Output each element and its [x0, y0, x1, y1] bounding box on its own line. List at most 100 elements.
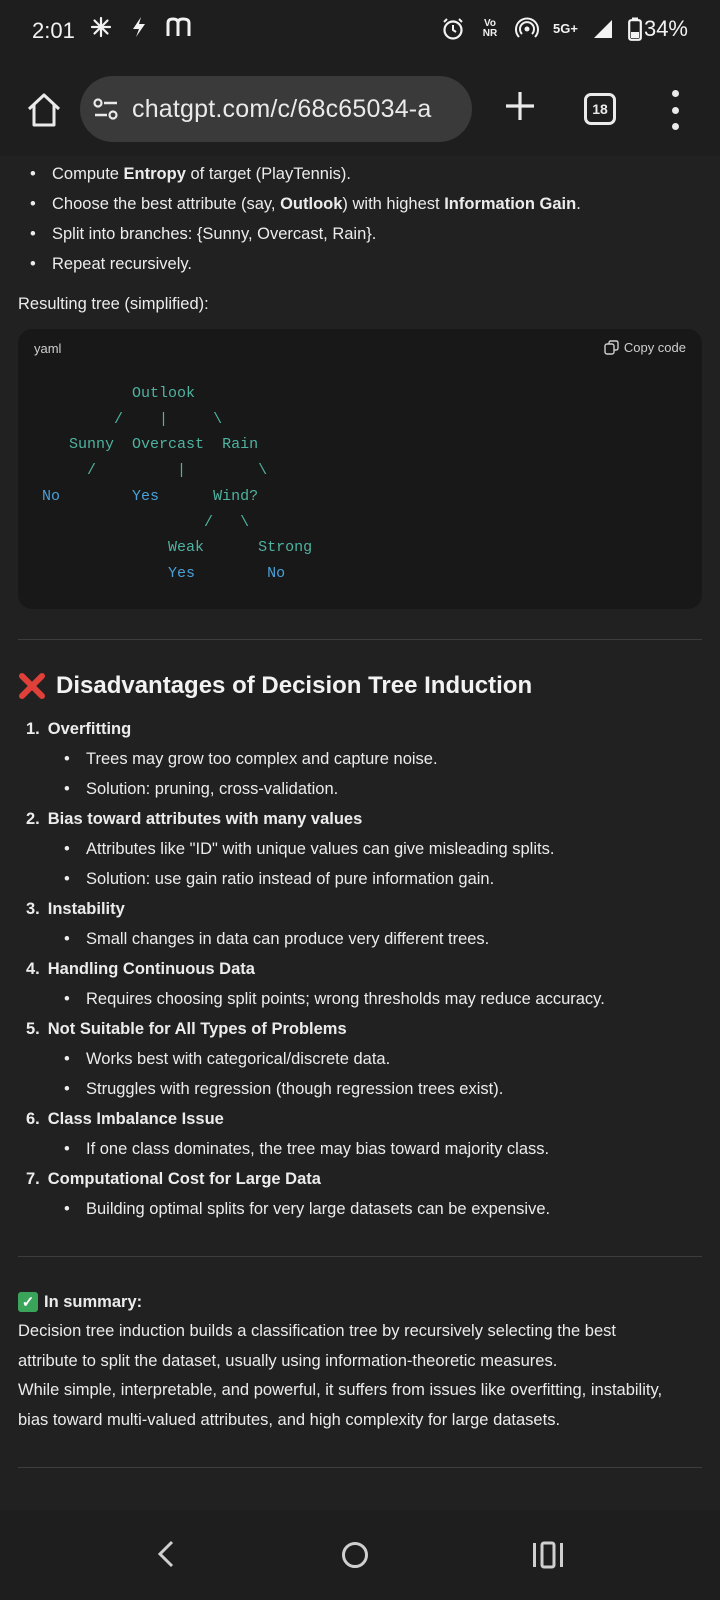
disadvantage-item: 3. Instability Small changes in data can p… — [26, 894, 720, 954]
sub-bullet: Building optimal splits for very large d… — [62, 1194, 720, 1224]
step-item: Compute Entropy of target (PlayTennis). — [30, 159, 720, 189]
site-settings-icon[interactable] — [92, 96, 120, 122]
summary-heading: ✓ In summary: — [18, 1287, 720, 1317]
code-line: / | \ — [114, 410, 223, 428]
code-line: Weak Strong — [168, 539, 313, 557]
section-title: Disadvantages of Decision Tree Induction — [56, 672, 533, 699]
step-item: Choose the best attribute (say, Outlook)… — [30, 189, 720, 219]
sub-bullet: Solution: use gain ratio instead of pure… — [62, 864, 720, 894]
navigation-bar — [0, 1510, 720, 1600]
cross-mark-icon — [19, 673, 45, 699]
back-icon[interactable] — [148, 1534, 184, 1574]
volte-indicator: Vo NR — [482, 18, 498, 39]
summary-text: Decision tree induction builds a classif… — [18, 1317, 702, 1435]
code-line: Outlook — [132, 385, 196, 402]
disadvantage-title: 5. Not Suitable for All Types of Problems — [26, 1014, 720, 1044]
code-language: yaml — [34, 341, 62, 356]
code-line: Sunny Overcast Rain — [69, 436, 259, 454]
sub-bullet-list: Works best with categorical/discrete dat… — [62, 1044, 720, 1104]
bold-term: Entropy — [123, 165, 186, 183]
disadvantage-title: 1. Overfitting — [26, 714, 720, 744]
item-title: Not Suitable for All Types of Problems — [47, 1020, 347, 1038]
sub-bullet: Struggles with regression (though regres… — [62, 1074, 720, 1104]
summary-line: While simple, interpretable, and powerfu… — [18, 1381, 663, 1399]
battery-percent: 34% — [643, 16, 688, 41]
home-icon[interactable] — [24, 90, 64, 130]
code-line: / | \ — [87, 462, 268, 480]
item-number: 1. — [26, 720, 40, 738]
item-number: 6. — [26, 1110, 40, 1128]
recent-apps-icon[interactable] — [528, 1540, 568, 1570]
signal-icon — [593, 20, 612, 38]
summary-title: In summary: — [44, 1292, 143, 1311]
status-time: 2:01 — [32, 18, 75, 43]
pinwheel-icon — [90, 16, 112, 38]
sub-bullet: Solution: pruning, cross-validation. — [62, 774, 720, 804]
more-menu-icon[interactable] — [668, 90, 682, 130]
summary-line: attribute to split the dataset, usually … — [18, 1351, 558, 1370]
hotspot-icon — [515, 17, 540, 38]
step-text: Repeat recursively. — [52, 255, 193, 273]
sub-bullet-list: Building optimal splits for very large d… — [62, 1194, 720, 1224]
chat-content: Compute Entropy of target (PlayTennis).C… — [0, 156, 720, 1510]
home-nav-icon[interactable] — [342, 1542, 368, 1568]
disadvantage-item: 1. Overfitting Trees may grow too complex … — [26, 714, 720, 804]
summary-line: Decision tree induction builds a classif… — [18, 1322, 616, 1340]
lightning-icon — [133, 17, 145, 37]
divider — [18, 639, 702, 640]
disadvantage-item: 4. Handling Continuous Data Requires choos… — [26, 954, 720, 1014]
step-text: of target (PlayTennis). — [185, 165, 351, 183]
disadvantage-item: 2. Bias toward attributes with many value… — [26, 804, 720, 894]
item-title: Instability — [47, 900, 125, 918]
summary-line: bias toward multi-valued attributes, and… — [18, 1410, 561, 1429]
code-line: / \ — [204, 513, 250, 531]
item-number: 5. — [26, 1020, 40, 1038]
sub-bullet-list: If one class dominates, the tree may bia… — [62, 1134, 720, 1164]
sub-bullet-list: Requires choosing split points; wrong th… — [62, 984, 720, 1014]
disadvantage-item: 6. Class Imbalance Issue If one class domi… — [26, 1104, 720, 1164]
disadvantage-title: 6. Class Imbalance Issue — [26, 1104, 720, 1134]
sub-bullet: Attributes like "ID" with unique values … — [62, 834, 720, 864]
sub-bullet-list: Attributes like "ID" with unique values … — [62, 834, 720, 894]
sub-bullet-list: Trees may grow too complex and capture n… — [62, 744, 720, 804]
sub-bullet: Requires choosing split points; wrong th… — [62, 984, 720, 1014]
item-title: Class Imbalance Issue — [47, 1110, 224, 1128]
status-bar: 2:01 Vo NR 5G+ 34% — [0, 0, 720, 64]
step-text: Choose the best attribute (say, — [52, 195, 281, 213]
sub-bullet-list: Small changes in data can produce very d… — [62, 924, 720, 954]
tab-switcher-button[interactable]: 18 — [584, 93, 616, 125]
copy-icon — [604, 340, 619, 355]
item-title: Computational Cost for Large Data — [47, 1170, 321, 1188]
item-title: Handling Continuous Data — [47, 960, 255, 978]
disadvantages-list: 1. Overfitting Trees may grow too complex … — [0, 714, 720, 1224]
check-mark-icon: ✓ — [18, 1292, 38, 1312]
code-text: Outlook / | \ Sunny Overcast Rain / | \ N… — [42, 381, 312, 587]
url-text: chatgpt.com/c/68c65034-a — [132, 94, 432, 123]
battery-icon — [628, 17, 642, 41]
sub-bullet: Small changes in data can produce very d… — [62, 924, 720, 954]
step-text: . — [576, 195, 581, 213]
step-text: Split into branches: {Sunny, Overcast, R… — [52, 225, 377, 243]
copy-code-button[interactable]: Copy code — [604, 340, 686, 355]
bold-term: Information Gain — [444, 195, 577, 213]
item-number: 2. — [26, 810, 40, 828]
item-title: Bias toward attributes with many values — [47, 810, 363, 828]
copy-code-label: Copy code — [623, 340, 686, 355]
disadvantage-title: 7. Computational Cost for Large Data — [26, 1164, 720, 1194]
address-bar[interactable]: chatgpt.com/c/68c65034-a — [80, 76, 472, 142]
alarm-icon — [443, 18, 463, 40]
new-tab-icon[interactable] — [500, 86, 540, 126]
sub-bullet: Trees may grow too complex and capture n… — [62, 744, 720, 774]
step-text: Compute — [52, 165, 124, 183]
code-block: yaml Copy code Outlook / | \ Sunny Overc… — [18, 329, 702, 609]
code-line: Yes No — [168, 564, 286, 582]
m-app-icon — [166, 17, 191, 36]
divider — [18, 1467, 702, 1468]
code-line: No Yes Wind? — [42, 487, 259, 505]
browser-toolbar: chatgpt.com/c/68c65034-a 18 — [0, 64, 720, 156]
item-number: 3. — [26, 900, 40, 918]
step-text: ) with highest — [342, 195, 445, 213]
divider — [18, 1256, 702, 1257]
item-number: 7. — [26, 1170, 40, 1188]
step-item: Split into branches: {Sunny, Overcast, R… — [30, 219, 720, 249]
